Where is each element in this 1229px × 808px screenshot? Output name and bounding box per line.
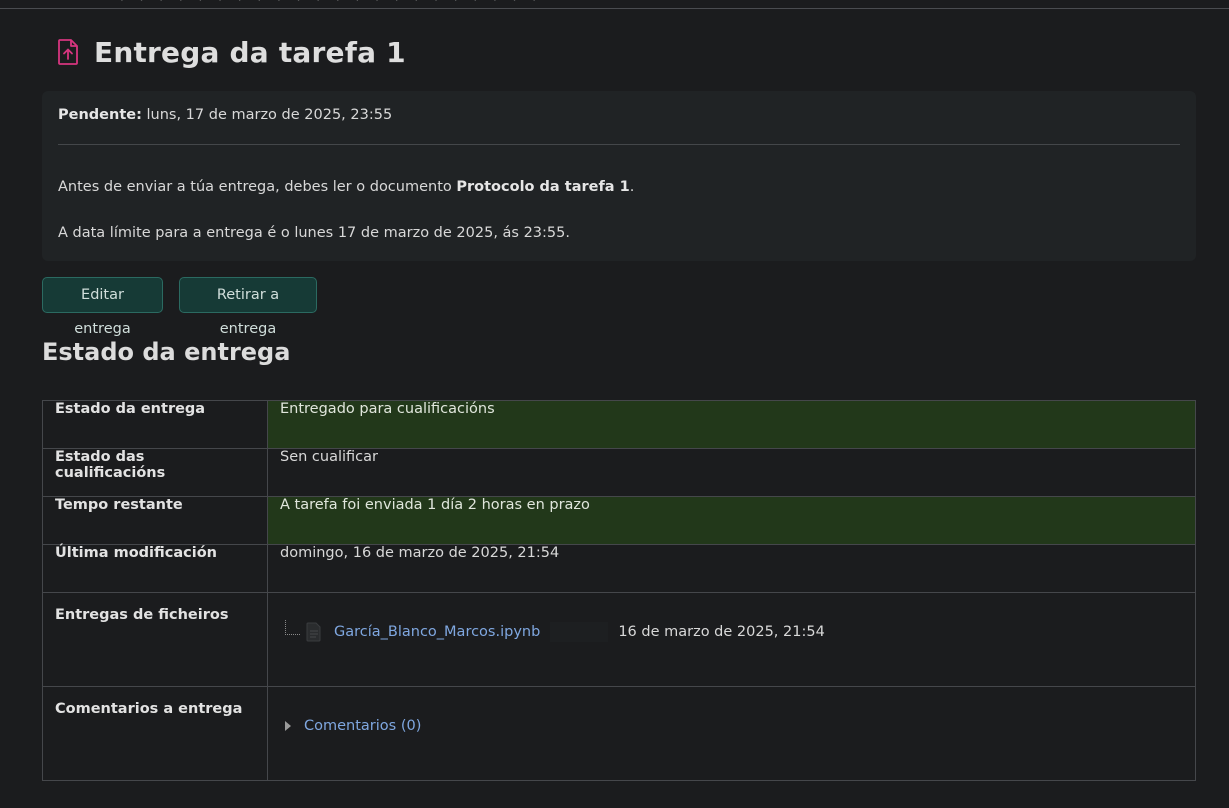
table-row: Estado da entrega Entregado para cualifi… [42, 400, 1196, 449]
comments-toggle[interactable]: Comentarios (0) [285, 718, 1183, 734]
due-date-label: Pendente: [58, 107, 142, 123]
submitted-file-link[interactable]: García_Blanco_Marcos.ipynb [334, 624, 540, 640]
file-submissions-cell: García_Blanco_Marcos.ipynb 16 de marzo d… [267, 592, 1196, 687]
file-entry: García_Blanco_Marcos.ipynb 16 de marzo d… [285, 619, 1183, 644]
row-label: Estado das cualificacións [42, 448, 268, 497]
file-status-placeholder [550, 622, 609, 642]
row-label: Entregas de ficheiros [42, 592, 268, 687]
assignment-intro-panel: Pendente: luns, 17 de marzo de 2025, 23:… [42, 91, 1196, 261]
row-label: Última modificación [42, 544, 268, 593]
table-row: Estado das cualificacións Sen cualificar [42, 448, 1196, 497]
page-title: Entrega da tarefa 1 [94, 35, 406, 69]
tree-connector-icon [285, 619, 300, 635]
due-date-value: luns, 17 de marzo de 2025, 23:55 [146, 107, 393, 123]
divider [58, 144, 1180, 145]
comments-link[interactable]: Comentarios (0) [304, 718, 421, 734]
submission-status-table: Estado da entrega Entregado para cualifi… [42, 400, 1196, 781]
truncated-breadcrumb: · · · · · · · · · · · · · · · · · · · · … [120, 0, 740, 4]
intro-text-end: . [629, 179, 635, 195]
intro-paragraph-2: A data límite para a entrega é o lunes 1… [58, 225, 570, 241]
intro-paragraph-1: Antes de enviar a túa entrega, debes ler… [58, 179, 634, 195]
protocol-document-name: Protocolo da tarefa 1 [456, 179, 630, 195]
submission-status-heading: Estado da entrega [42, 338, 291, 366]
document-file-icon [304, 621, 324, 643]
top-bar-edge: · · · · · · · · · · · · · · · · · · · · … [0, 0, 1229, 9]
file-date: 16 de marzo de 2025, 21:54 [618, 624, 825, 640]
caret-right-icon[interactable] [285, 721, 291, 731]
row-label: Tempo restante [42, 496, 268, 545]
table-row: Entregas de ficheiros García_Blanco_Marc… [42, 592, 1196, 687]
grading-status-value: Sen cualificar [267, 448, 1196, 497]
table-row: Última modificación domingo, 16 de marzo… [42, 544, 1196, 593]
edit-submission-button[interactable]: Editar entrega [42, 277, 163, 337]
page-header: Entrega da tarefa 1 [55, 30, 406, 74]
row-label: Estado da entrega [42, 400, 268, 449]
intro-text: Antes de enviar a túa entrega, debes ler… [58, 179, 457, 195]
due-date: Pendente: luns, 17 de marzo de 2025, 23:… [58, 107, 392, 123]
table-row: Tempo restante A tarefa foi enviada 1 dí… [42, 496, 1196, 545]
time-remaining-value: A tarefa foi enviada 1 día 2 horas en pr… [267, 496, 1196, 545]
remove-submission-button[interactable]: Retirar a entrega [179, 277, 317, 337]
last-modified-value: domingo, 16 de marzo de 2025, 21:54 [267, 544, 1196, 593]
submission-status-value: Entregado para cualificacións [267, 400, 1196, 449]
table-row: Comentarios a entrega Comentarios (0) [42, 686, 1196, 781]
assignment-upload-icon [55, 38, 81, 66]
row-label: Comentarios a entrega [42, 686, 268, 781]
comments-cell: Comentarios (0) [267, 686, 1196, 781]
